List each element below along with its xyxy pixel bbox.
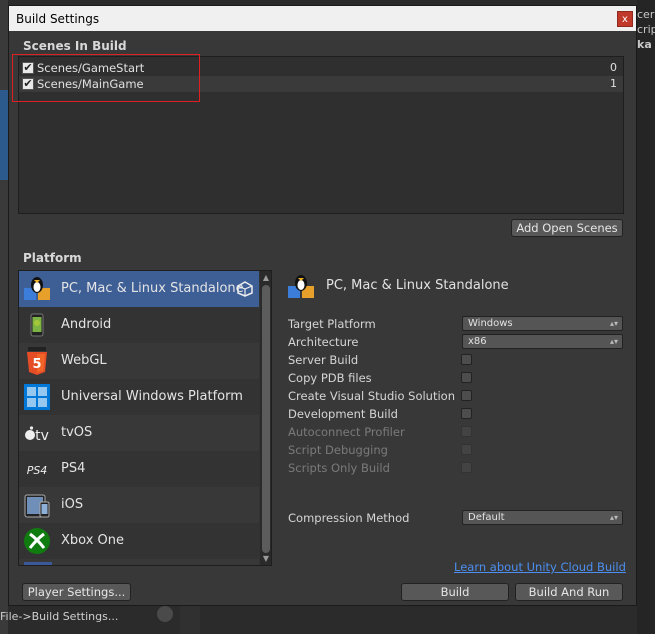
annotation-highlight-box: [12, 54, 200, 102]
target-platform-label: Target Platform: [288, 317, 376, 331]
platform-label: PS4: [61, 461, 86, 476]
platform-scrollbar-thumb[interactable]: [262, 285, 270, 553]
script-debugging-checkbox: [461, 444, 472, 455]
scroll-up-icon[interactable]: ▲: [261, 273, 271, 283]
close-button[interactable]: x: [617, 11, 633, 27]
platform-label: WebGL: [61, 353, 107, 368]
dropdown-value: Default: [468, 512, 505, 523]
add-open-scenes-button[interactable]: Add Open Scenes: [511, 219, 623, 237]
editor-background-strip: [180, 604, 200, 634]
window-title: Build Settings: [16, 12, 100, 26]
scenes-heading: Scenes In Build: [23, 39, 127, 53]
build-button[interactable]: Build: [401, 583, 509, 601]
facebook-icon: [24, 562, 52, 565]
player-settings-button[interactable]: Player Settings...: [22, 583, 131, 601]
cloud-build-link[interactable]: Learn about Unity Cloud Build: [454, 560, 626, 574]
svg-text:5: 5: [32, 357, 41, 372]
platform-label: Universal Windows Platform: [61, 389, 243, 404]
platform-item-ios[interactable]: iOS: [19, 487, 259, 523]
background-circle-icon: [157, 606, 173, 622]
compression-method-dropdown[interactable]: Default ▴▾: [462, 510, 623, 525]
platform-item-uwp[interactable]: Universal Windows Platform: [19, 379, 259, 415]
ps4-icon: PS4: [27, 464, 48, 477]
background-text-line: ka: [637, 38, 652, 51]
scene-index: 0: [610, 61, 617, 74]
platform-label: Xbox One: [61, 533, 125, 548]
windows-icon: [24, 384, 50, 410]
platform-item-webgl[interactable]: 5 WebGL: [19, 343, 259, 379]
unity-logo-icon: [237, 281, 253, 297]
apple-tv-icon: tv: [25, 426, 49, 444]
copy-pdb-checkbox[interactable]: [461, 372, 472, 383]
scripts-only-build-checkbox: [461, 462, 472, 473]
dropdown-value: x86: [468, 336, 487, 347]
html5-icon: 5: [27, 347, 47, 375]
architecture-dropdown[interactable]: x86 ▴▾: [462, 334, 623, 349]
dropdown-arrows-icon: ▴▾: [609, 319, 618, 328]
platform-item-xbox[interactable]: Xbox One: [19, 523, 259, 559]
development-build-label: Development Build: [288, 407, 398, 421]
platform-list[interactable]: PC, Mac & Linux Standalone Android 5 Web…: [18, 270, 272, 566]
server-build-label: Server Build: [288, 353, 359, 367]
background-instruction-text: File->Build Settings...: [0, 610, 119, 623]
ios-device-icon: [24, 494, 50, 518]
script-debugging-label: Script Debugging: [288, 443, 388, 457]
platform-label: PC, Mac & Linux Standalone: [61, 281, 244, 296]
platform-item-partial[interactable]: [19, 559, 259, 565]
dropdown-value: Windows: [468, 318, 513, 329]
compression-method-label: Compression Method: [288, 511, 410, 525]
platform-item-tvos[interactable]: tv tvOS: [19, 415, 259, 451]
background-text-line: crip: [637, 23, 655, 36]
scene-index: 1: [610, 77, 617, 90]
build-settings-window: Build Settings x Scenes In Build ✔ Scene…: [8, 5, 637, 606]
platform-label: Android: [61, 317, 112, 332]
platform-item-standalone[interactable]: PC, Mac & Linux Standalone: [19, 271, 259, 307]
xbox-icon: [24, 528, 50, 554]
autoconnect-profiler-checkbox: [461, 426, 472, 437]
platform-label: tvOS: [61, 425, 93, 440]
scroll-down-icon[interactable]: ▼: [261, 554, 271, 564]
editor-background-left: [0, 0, 8, 634]
editor-background-right: [637, 0, 655, 634]
dropdown-arrows-icon: ▴▾: [609, 337, 618, 346]
server-build-checkbox[interactable]: [461, 354, 472, 365]
platform-label: iOS: [61, 497, 84, 512]
scripts-only-build-label: Scripts Only Build: [288, 461, 390, 475]
dropdown-arrows-icon: ▴▾: [609, 513, 618, 522]
autoconnect-profiler-label: Autoconnect Profiler: [288, 425, 405, 439]
background-text-line: cer: [637, 8, 655, 21]
pc-mac-linux-icon: [24, 277, 50, 300]
platform-item-ps4[interactable]: PS4 PS4: [19, 451, 259, 487]
editor-panel-strip: [0, 90, 8, 180]
platform-heading: Platform: [23, 251, 82, 265]
pc-mac-linux-icon: [288, 275, 314, 298]
architecture-label: Architecture: [288, 335, 359, 349]
development-build-checkbox[interactable]: [461, 408, 472, 419]
window-titlebar[interactable]: Build Settings x: [9, 6, 636, 31]
copy-pdb-label: Copy PDB files: [288, 371, 372, 385]
target-platform-dropdown[interactable]: Windows ▴▾: [462, 316, 623, 331]
android-icon: [30, 313, 44, 337]
create-vs-solution-label: Create Visual Studio Solution: [288, 389, 455, 403]
svg-text:PS4: PS4: [27, 464, 48, 477]
platform-item-android[interactable]: Android: [19, 307, 259, 343]
svg-text:tv: tv: [35, 428, 49, 444]
build-and-run-button[interactable]: Build And Run: [515, 583, 623, 601]
selected-platform-title: PC, Mac & Linux Standalone: [326, 278, 509, 293]
create-vs-solution-checkbox[interactable]: [461, 390, 472, 401]
